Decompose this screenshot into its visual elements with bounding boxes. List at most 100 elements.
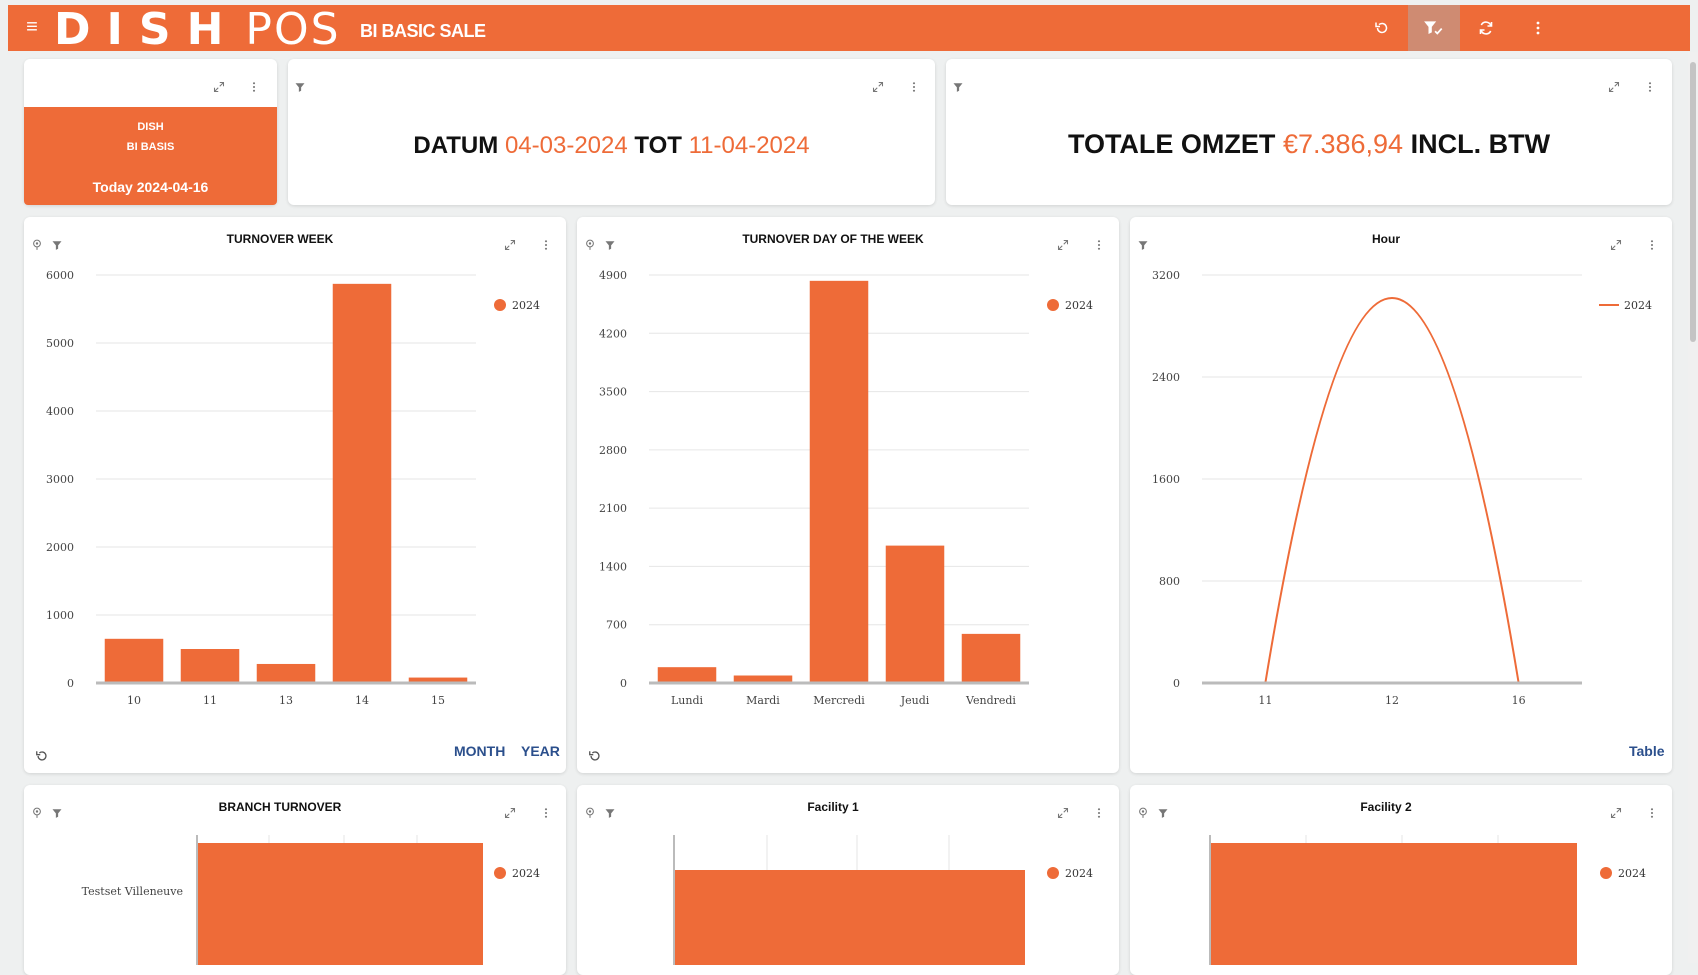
x-tick-label: 14 [355,694,369,707]
y-tick-label: 1000 [46,609,74,622]
bar [332,283,392,683]
total-turnover-text: TOTALE OMZET €7.386,94 INCL. BTW [1067,129,1551,159]
legend-marker [1600,867,1612,879]
applied-filters-icon[interactable] [1408,5,1460,51]
x-tick-label: 11 [203,694,217,707]
bar [1211,843,1577,965]
expand-icon[interactable] [1055,237,1071,253]
filter-icon[interactable] [292,79,308,95]
x-tick-label: 11 [1258,694,1272,707]
expand-icon[interactable] [502,805,518,821]
dish-pos-logo: DISH POS [54,4,341,55]
expand-icon[interactable] [1608,237,1624,253]
badge-line-1: DISH [137,121,164,133]
today-date: Today 2024-04-16 [92,179,209,195]
table-link[interactable]: Table [1629,743,1665,759]
badge-line-2: BI BASIS [126,141,175,153]
reset-icon[interactable] [1356,5,1408,51]
hamburger-menu-icon[interactable]: ≡ [22,16,42,38]
x-tick-label: Mercredi [813,694,865,707]
date-to: 11-04-2024 [688,132,810,159]
y-tick-label: 1400 [599,560,627,573]
turnover-dow-chart: 0 700 1400 2100 2800 3500 4200 4900 Lundi Mardi Me… [599,269,1093,707]
scrollbar-thumb[interactable] [1690,62,1696,342]
expand-icon[interactable] [1055,805,1071,821]
reset-zoom-icon[interactable] [34,748,50,764]
facility-2-card: Facility 2 2024 [1130,785,1672,975]
bar [198,843,483,965]
y-tick-label: 800 [1159,575,1180,588]
y-tick-label: Testset Villeneuve [82,885,183,898]
chart-title: Hour [1372,232,1400,246]
y-tick-label: 2100 [599,502,627,515]
chart-title: Facility 1 [807,800,859,814]
turnover-dow-card: TURNOVER DAY OF THE WEEK 0 700 1400 2100 280… [577,217,1119,773]
badge-card: DISH BI BASIS Today 2024-04-16 [24,59,277,205]
date-from: 04-03-2024 [504,132,628,159]
bar [885,545,945,683]
expand-icon[interactable] [1608,805,1624,821]
turnover-week-card: TURNOVER WEEK 0 1000 2000 3000 4000 5000 6000 1… [24,217,566,773]
year-link[interactable]: YEAR [521,743,560,759]
chart-title: TURNOVER DAY OF THE WEEK [742,232,924,246]
bar [961,633,1021,683]
y-tick-label: 4900 [599,269,627,282]
legend-label: 2024 [512,867,540,880]
more-icon[interactable] [1091,805,1107,821]
expand-icon[interactable] [211,79,227,95]
chart-title: BRANCH TURNOVER [218,800,342,814]
y-tick-label: 6000 [46,269,74,282]
more-icon[interactable] [1644,237,1660,253]
more-icon[interactable] [538,805,554,821]
y-tick-label: 4200 [599,327,627,340]
y-tick-label: 1600 [1152,473,1180,486]
y-tick-label: 3200 [1152,269,1180,282]
y-tick-label: 3500 [599,386,627,399]
more-icon[interactable] [1642,79,1658,95]
more-icon[interactable] [906,79,922,95]
reset-zoom-icon[interactable] [587,748,603,764]
legend-label: 2024 [512,299,540,312]
refresh-icon[interactable] [1460,5,1512,51]
hour-card: Hour 0 800 1600 2400 3200 11 12 16 2024 Table [1130,217,1672,773]
y-tick-label: 0 [1173,677,1180,690]
y-tick-label: 2800 [599,444,627,457]
chart-title: Facility 2 [1360,800,1412,814]
y-tick-label: 0 [620,677,627,690]
bar [809,280,869,683]
dish-bi-badge: DISH BI BASIS Today 2024-04-16 [24,107,277,205]
bar [180,649,240,683]
filter-icon[interactable] [950,79,966,95]
more-icon[interactable] [1644,805,1660,821]
turnover-week-chart: 0 1000 2000 3000 4000 5000 6000 10 11 13 14 15 2024 [46,269,540,707]
y-tick-label: 2000 [46,541,74,554]
total-turnover-card: TOTALE OMZET €7.386,94 INCL. BTW [946,59,1672,205]
facility-1-card: Facility 1 2024 [577,785,1119,975]
expand-icon[interactable] [870,79,886,95]
branch-turnover-card: BRANCH TURNOVER Testset Villeneuve 2024 [24,785,566,975]
facility-2-chart: 2024 [1209,835,1646,965]
date-range-card: DATUM 04-03-2024 TOT 11-04-2024 [288,59,935,205]
legend-marker [1047,299,1059,311]
legend-label: 2024 [1065,299,1093,312]
expand-icon[interactable] [1606,79,1622,95]
x-tick-label: 16 [1512,694,1526,707]
month-link[interactable]: MONTH [454,743,505,759]
more-icon[interactable] [1091,237,1107,253]
more-icon[interactable] [538,237,554,253]
more-icon[interactable] [246,79,262,95]
bar [675,870,1025,965]
x-tick-label: 15 [431,694,445,707]
hour-chart: 0 800 1600 2400 3200 11 12 16 2024 [1152,269,1652,707]
series-line [1264,296,1520,684]
more-options-icon[interactable] [1512,5,1564,51]
scrollbar[interactable] [1688,52,1698,963]
branch-turnover-chart: Testset Villeneuve 2024 [82,835,540,965]
expand-icon[interactable] [502,237,518,253]
legend-marker [494,299,506,311]
y-tick-label: 2400 [1152,371,1180,384]
top-app-bar: ≡ DISH POS BI BASIC SALE [8,5,1690,55]
x-tick-label: Vendredi [965,694,1016,707]
chart-title: TURNOVER WEEK [226,232,334,246]
y-tick-label: 700 [606,619,627,632]
